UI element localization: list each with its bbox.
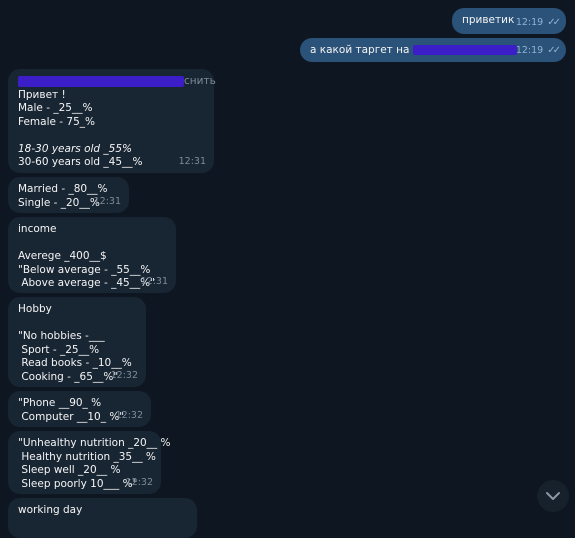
- incoming-message[interactable]: working day: [8, 498, 197, 538]
- incoming-message[interactable]: "Phone __90_ % Computer __10_ %" 12:32: [8, 391, 151, 427]
- message-line: Hobby: [18, 303, 52, 315]
- message-line: Sport - _25__%: [18, 343, 100, 356]
- chevron-down-icon: [546, 492, 560, 500]
- redaction-bar: [18, 75, 184, 87]
- message-meta: 12:19 ✓✓: [515, 44, 561, 58]
- double-check-icon: ✓✓: [547, 16, 561, 28]
- message-time: 12:19: [515, 44, 544, 56]
- message-time: 12:32: [115, 409, 143, 421]
- forwarded-header-text: снить: [184, 75, 216, 87]
- message-line: 18-30 years old _55%: [18, 142, 133, 155]
- outgoing-message[interactable]: приветик 12:19 ✓✓: [452, 8, 566, 34]
- message-line: Female - 75_%: [18, 115, 96, 128]
- message-time: 12:31: [93, 195, 121, 207]
- incoming-message[interactable]: Hobby "No hobbies -___ Sport - _25__% Re…: [8, 297, 146, 387]
- message-time: 12:31: [140, 275, 168, 287]
- message-line: "No hobbies -___: [18, 330, 105, 342]
- redaction-bar: [412, 45, 517, 55]
- message-line: working day: [18, 504, 83, 516]
- double-check-icon: ✓✓: [547, 44, 561, 56]
- incoming-message[interactable]: "Unhealthy nutrition _20__ % Healthy nut…: [8, 431, 171, 494]
- outgoing-message[interactable]: а какой таргет на 12:19 ✓✓: [300, 38, 566, 62]
- scroll-to-bottom-button[interactable]: [537, 480, 569, 512]
- message-line: Привет !: [18, 88, 66, 101]
- message-line: 30-60 years old _45__%: [18, 156, 143, 168]
- incoming-message[interactable]: income Averege _400__$ "Below average - …: [8, 217, 176, 293]
- message-line: Healthy nutrition _35__ %: [18, 450, 156, 463]
- message-time: 12:32: [110, 369, 138, 381]
- message-line: Male - _25__%: [18, 102, 93, 114]
- incoming-message[interactable]: Married - _80__% Single - _20__% 12:31: [8, 177, 129, 213]
- message-line: "Unhealthy nutrition _20__ %: [18, 437, 171, 449]
- message-line: income: [18, 223, 57, 235]
- message-line: Averege _400__$: [18, 250, 107, 262]
- message-text-part: а какой таргет на: [310, 44, 413, 56]
- forwarded-header: снить: [18, 75, 216, 89]
- message-time: 12:31: [178, 155, 206, 167]
- message-time: 12:19: [515, 16, 544, 28]
- incoming-message[interactable]: снить Привет ! Male - _25__% Female - 75…: [8, 69, 216, 173]
- message-time: 12:32: [125, 476, 153, 488]
- message-meta: 12:19 ✓✓: [515, 16, 561, 30]
